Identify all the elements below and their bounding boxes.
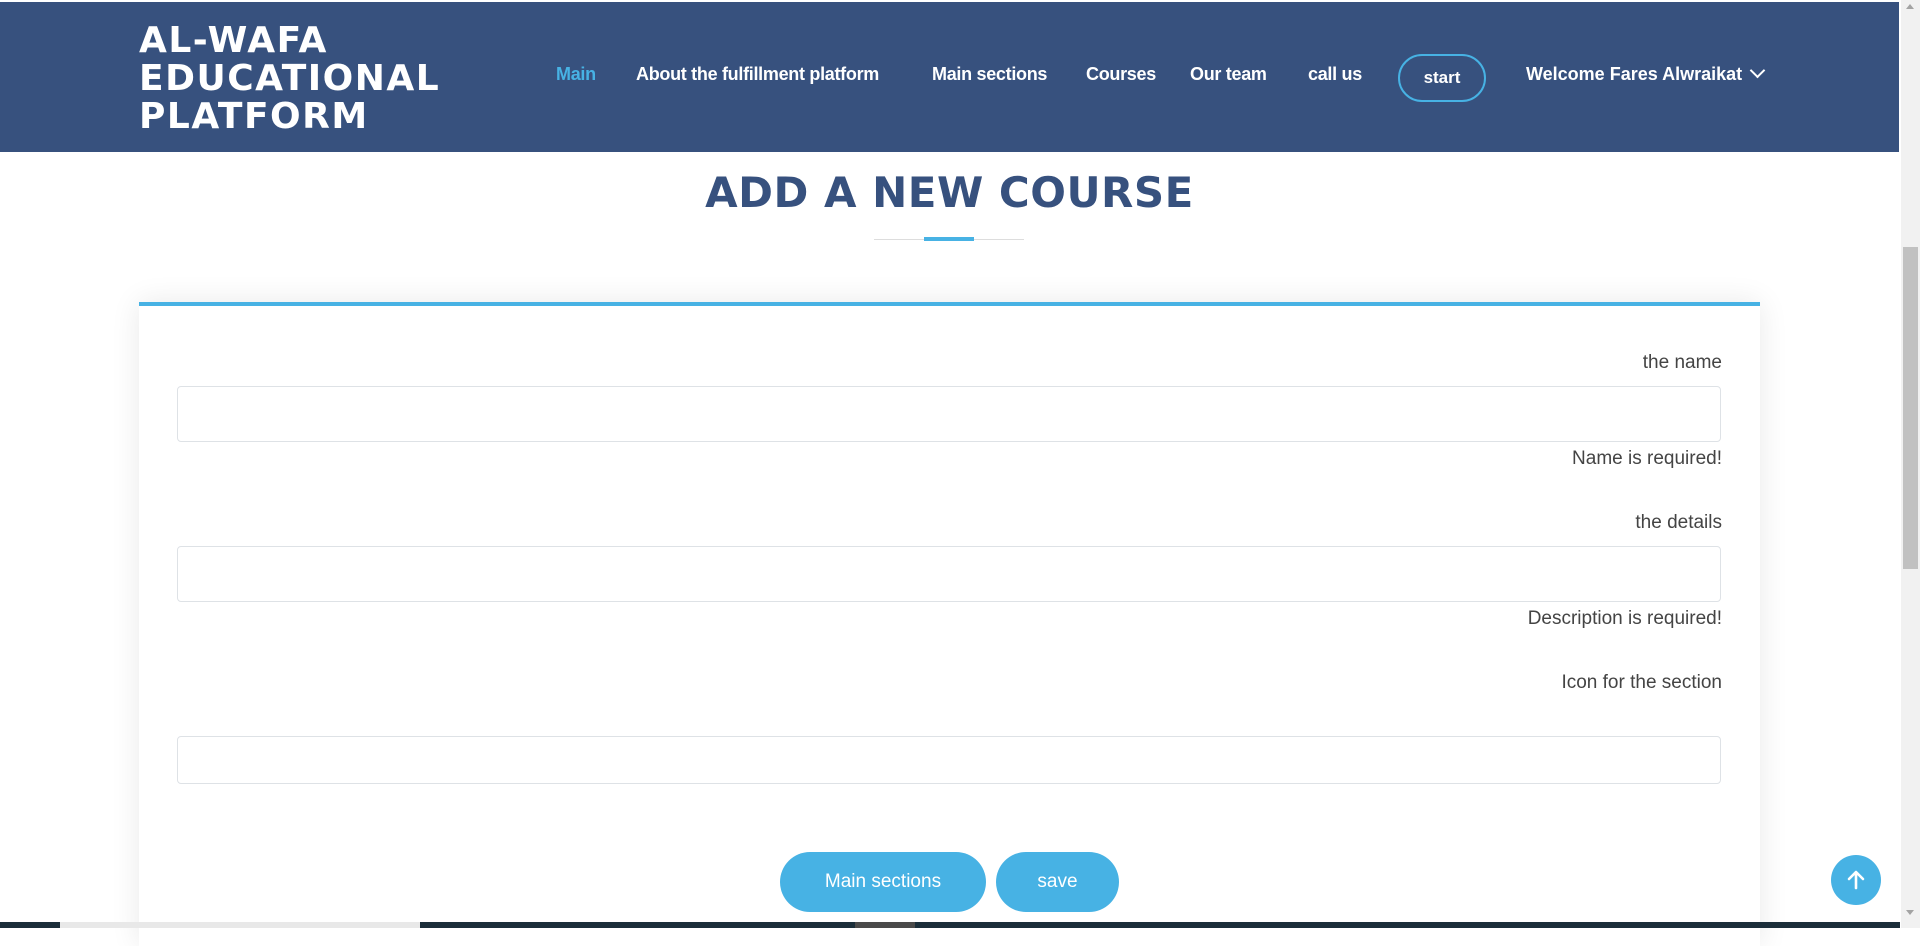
scroll-down-arrow-icon[interactable] xyxy=(1906,910,1914,915)
nav-main-sections[interactable]: Main sections xyxy=(932,64,1047,85)
taskbar-item-2[interactable] xyxy=(855,922,915,928)
main-sections-button[interactable]: Main sections xyxy=(780,852,986,912)
user-menu[interactable]: Welcome Fares Alwraikat xyxy=(1526,62,1766,85)
scroll-up-arrow-icon[interactable] xyxy=(1906,4,1914,9)
course-form: the name Name is required! the details D… xyxy=(139,302,1760,946)
name-error: Name is required! xyxy=(1572,448,1722,469)
nav-about[interactable]: About the fulfillment platform xyxy=(636,64,879,85)
icon-input[interactable] xyxy=(177,736,1721,784)
scrollbar-thumb[interactable] xyxy=(1903,247,1918,569)
icon-label: Icon for the section xyxy=(1561,672,1722,693)
arrow-up-icon xyxy=(1847,870,1865,890)
nav-courses[interactable]: Courses xyxy=(1086,64,1156,85)
nav-main[interactable]: Main xyxy=(556,64,596,85)
logo-line-1: AL-WAFA xyxy=(139,20,328,61)
save-button[interactable]: save xyxy=(996,852,1119,912)
chevron-down-icon xyxy=(1749,62,1766,79)
welcome-label: Welcome Fares Alwraikat xyxy=(1526,64,1743,84)
taskbar-item[interactable] xyxy=(60,922,420,928)
details-input[interactable] xyxy=(177,546,1721,602)
start-button[interactable]: start xyxy=(1398,54,1486,102)
name-label: the name xyxy=(1642,352,1722,373)
logo[interactable]: AL-WAFA EDUCATIONAL PLATFORM xyxy=(139,22,440,136)
details-error: Description is required! xyxy=(1527,608,1722,629)
nav-our-team[interactable]: Our team xyxy=(1190,64,1267,85)
logo-line-3: PLATFORM xyxy=(139,96,369,137)
page-title: ADD A NEW COURSE xyxy=(705,168,1194,217)
name-input[interactable] xyxy=(177,386,1721,442)
back-to-top-button[interactable] xyxy=(1831,855,1881,905)
details-label: the details xyxy=(1635,512,1722,533)
header: AL-WAFA EDUCATIONAL PLATFORM Main About … xyxy=(0,2,1899,152)
nav-call-us[interactable]: call us xyxy=(1308,64,1362,85)
logo-line-2: EDUCATIONAL xyxy=(139,58,441,99)
title-accent xyxy=(924,237,974,241)
